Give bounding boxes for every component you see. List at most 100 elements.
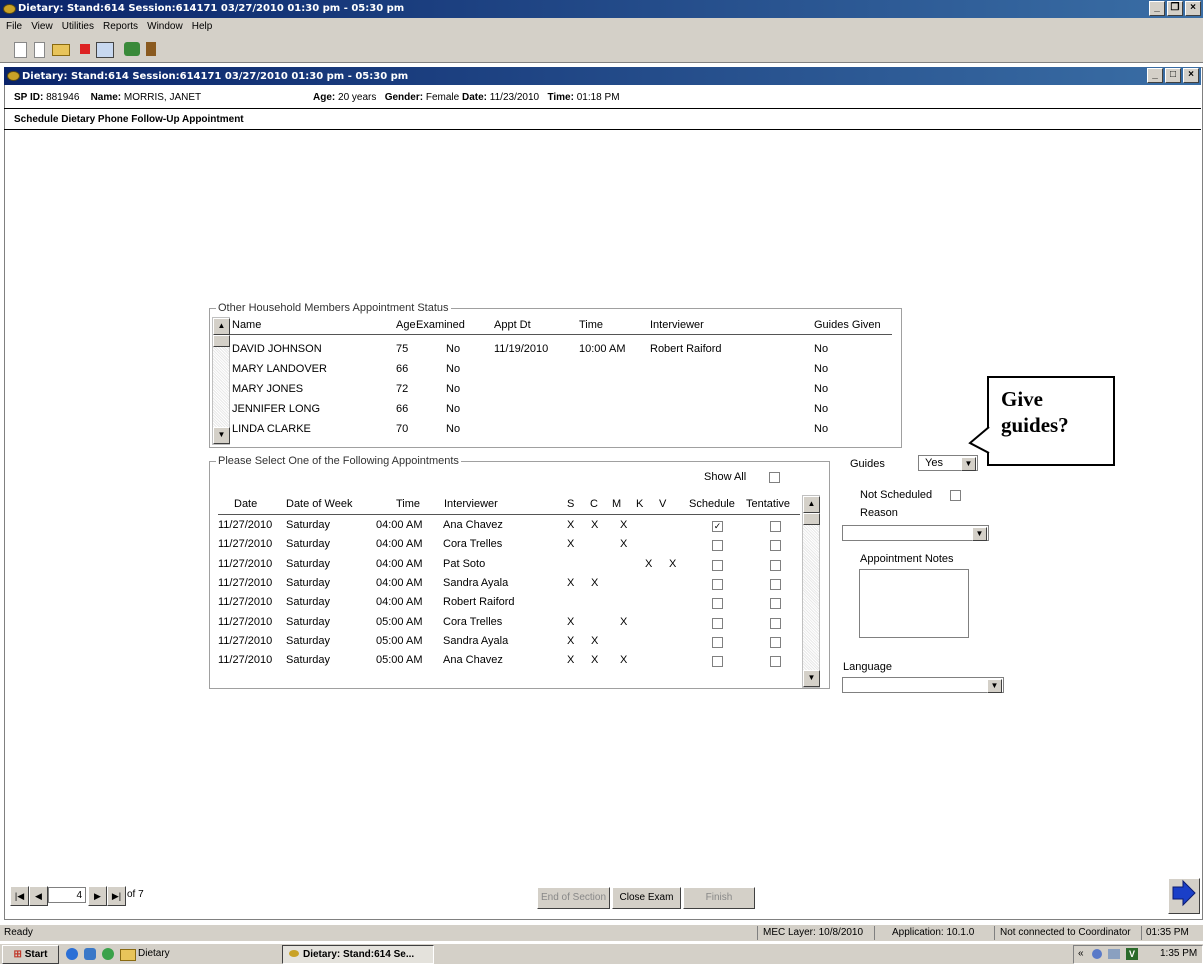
not-scheduled-label: Not Scheduled [860,489,933,501]
close-button[interactable]: × [1185,1,1201,16]
close-exam-button[interactable]: Close Exam [612,887,681,909]
document-icon[interactable] [34,42,45,58]
appt-row-2-v: X [669,557,677,570]
chevron-down-icon[interactable]: ▼ [987,679,1002,693]
appt-row-7-day: Saturday [286,654,331,667]
chevron-down-icon[interactable]: ▼ [972,527,987,541]
appt-row-7-schedule-checkbox[interactable] [712,656,723,668]
explorer-icon[interactable] [84,948,96,960]
guides-select-value: Yes [925,457,943,469]
end-of-section-button[interactable]: End of Section [537,887,610,909]
show-all-checkbox[interactable] [769,472,780,483]
col-header-c: C [590,498,598,510]
tray-expand-icon[interactable]: « [1078,948,1084,959]
appt-row-7-tentative-checkbox[interactable] [770,656,781,668]
minimize-button[interactable]: _ [1149,1,1165,16]
reason-select[interactable]: ▼ [842,525,989,541]
users-icon[interactable] [124,42,140,56]
ie-icon[interactable] [66,948,78,960]
appt-scroll-down-icon[interactable]: ▼ [803,670,820,687]
appt-row-5-schedule-checkbox[interactable] [712,617,723,629]
page-number-input[interactable]: 4 [48,887,86,903]
tray-v-icon[interactable]: V [1126,948,1138,960]
folder-open-icon[interactable] [52,44,70,56]
col-header-interviewer: Interviewer [650,319,704,331]
household-row-0-col-6: No [814,343,829,355]
folder-icon[interactable] [120,949,136,961]
appt-row-3-day: Saturday [286,576,331,589]
tray-network-icon[interactable] [1108,949,1120,959]
new-doc-icon[interactable] [14,42,27,58]
appt-row-2-tentative-checkbox[interactable] [770,559,781,571]
appt-row-0-tentative-checkbox[interactable] [770,521,781,532]
appt-row-0-schedule-checkbox[interactable]: ✓ [712,521,723,532]
scroll-down-icon[interactable]: ▼ [213,427,230,444]
household-row-0-col-3: 11/19/2010 [494,343,549,355]
appointments-scrollbar[interactable]: ▲ ▼ [802,495,820,688]
inner-maximize-button[interactable]: □ [1165,68,1181,83]
household-legend: Other Household Members Appointment Stat… [216,302,451,314]
scroll-up-icon[interactable]: ▲ [213,318,230,335]
guides-select[interactable]: Yes ▼ [918,455,978,471]
not-scheduled-checkbox[interactable] [950,490,961,501]
restore-button[interactable]: ❐ [1167,1,1183,16]
household-row-3-col-6: No [814,403,829,415]
menu-file[interactable]: File [6,21,22,32]
inner-minimize-button[interactable]: _ [1147,68,1163,83]
col-header-m: M [612,498,622,510]
report-icon[interactable] [96,42,114,58]
appointment-notes-textarea[interactable] [859,569,969,638]
scroll-thumb[interactable] [213,335,230,347]
appt-row-1-tentative-checkbox[interactable] [770,540,781,552]
participant-info: SP ID: 881946 Name: MORRIS, JANET [14,92,201,103]
appt-scroll-thumb[interactable] [803,513,820,525]
appointments-header-divider [218,514,800,515]
appt-row-4-schedule-checkbox[interactable] [712,598,723,610]
next-record-icon[interactable]: ▶ [88,886,107,906]
language-select[interactable]: ▼ [842,677,1004,693]
appt-row-3-tentative-checkbox[interactable] [770,578,781,590]
menu-help[interactable]: Help [192,21,213,32]
appt-row-6-tentative-checkbox[interactable] [770,636,781,648]
household-scrollbar[interactable]: ▲ ▼ [212,317,230,445]
appt-row-2-schedule-checkbox[interactable] [712,559,723,571]
household-row-4-col-2: No [446,423,461,435]
appt-row-1-schedule-checkbox[interactable] [712,540,723,552]
quick-launch-folder-label[interactable]: Dietary [138,948,170,959]
first-record-icon[interactable]: |◀ [10,886,29,906]
next-section-button[interactable] [1168,878,1200,914]
inner-close-button[interactable]: × [1183,68,1199,83]
appt-row-1-m: X [620,538,628,551]
appt-row-4-tentative-checkbox[interactable] [770,598,781,610]
menu-view[interactable]: View [31,21,53,32]
finish-button[interactable]: Finish [683,887,755,909]
appt-scroll-up-icon[interactable]: ▲ [803,496,820,513]
taskbar-task-dietary[interactable]: Dietary: Stand:614 Se... [282,945,434,964]
tray-shield-icon[interactable] [1092,949,1102,959]
appt-row-3-schedule-checkbox[interactable] [712,578,723,590]
last-record-icon[interactable]: ▶| [107,886,126,906]
taskbar: ⊞ Start Dietary Dietary: Stand:614 Se...… [0,943,1203,964]
household-row-4-col-6: No [814,423,829,435]
windows-logo-icon: ⊞ [13,949,22,960]
col-header-time: Time [579,319,604,331]
window-titlebar: Dietary: Stand:614 Session:614171 03/27/… [0,0,1203,18]
menu-utilities[interactable]: Utilities [62,21,94,32]
chevron-down-icon[interactable]: ▼ [961,457,976,471]
appt-row-6-s: X [567,634,575,647]
stop-icon[interactable] [80,44,90,54]
menu-reports[interactable]: Reports [103,21,138,32]
appt-row-7-interviewer: Ana Chavez [443,654,503,667]
col-header-v: V [659,498,667,510]
start-button[interactable]: ⊞ Start [2,945,59,964]
appt-row-6-schedule-checkbox[interactable] [712,636,723,648]
menu-window[interactable]: Window [147,21,183,32]
prev-record-icon[interactable]: ◀ [29,886,48,906]
appt-row-5-tentative-checkbox[interactable] [770,617,781,629]
exit-door-icon[interactable] [146,42,156,56]
media-icon[interactable] [102,948,114,960]
date-label: Date: [461,92,487,103]
col-header-date: Date [234,498,258,510]
section-title: Schedule Dietary Phone Follow-Up Appoint… [14,114,244,125]
appt-row-1-interviewer: Cora Trelles [443,538,503,551]
